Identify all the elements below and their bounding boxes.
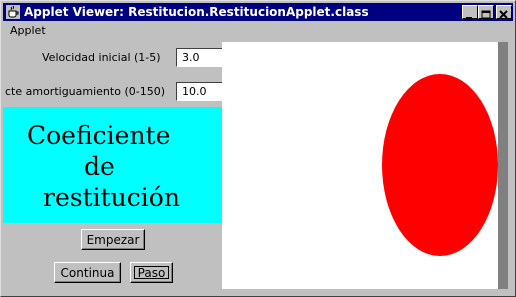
velocidad-input[interactable]: 3.0 [176, 48, 224, 67]
ball [382, 74, 498, 256]
java-cup-icon [5, 4, 21, 20]
maximize-button[interactable] [478, 5, 494, 19]
coeficiente-banner: Coeficiente de restitución [3, 107, 222, 223]
title-bar[interactable]: Applet Viewer: Restitucion.RestitucionAp… [3, 3, 513, 21]
maximize-icon [481, 10, 491, 19]
minimize-button[interactable] [462, 5, 478, 19]
close-button[interactable] [496, 5, 512, 19]
amortiguamiento-label: cte amortiguamiento (0-150) [5, 85, 165, 98]
canvas-drawing [382, 74, 498, 256]
banner-line: de [84, 152, 115, 181]
velocidad-label: Velocidad inicial (1-5) [42, 51, 161, 64]
close-icon [499, 10, 508, 19]
simulation-canvas [222, 42, 498, 289]
paso-button[interactable]: Paso [130, 262, 173, 283]
menu-applet[interactable]: Applet [10, 24, 46, 38]
amortiguamiento-input[interactable]: 10.0 [176, 82, 224, 101]
empezar-button[interactable]: Empezar [81, 229, 145, 250]
banner-line: Coeficiente [27, 121, 171, 150]
window-title: Applet Viewer: Restitucion.RestitucionAp… [24, 5, 369, 19]
banner-line: restitución [43, 183, 180, 212]
minimize-icon [466, 17, 472, 19]
continua-button[interactable]: Continua [54, 262, 121, 283]
canvas-wall [498, 42, 508, 289]
